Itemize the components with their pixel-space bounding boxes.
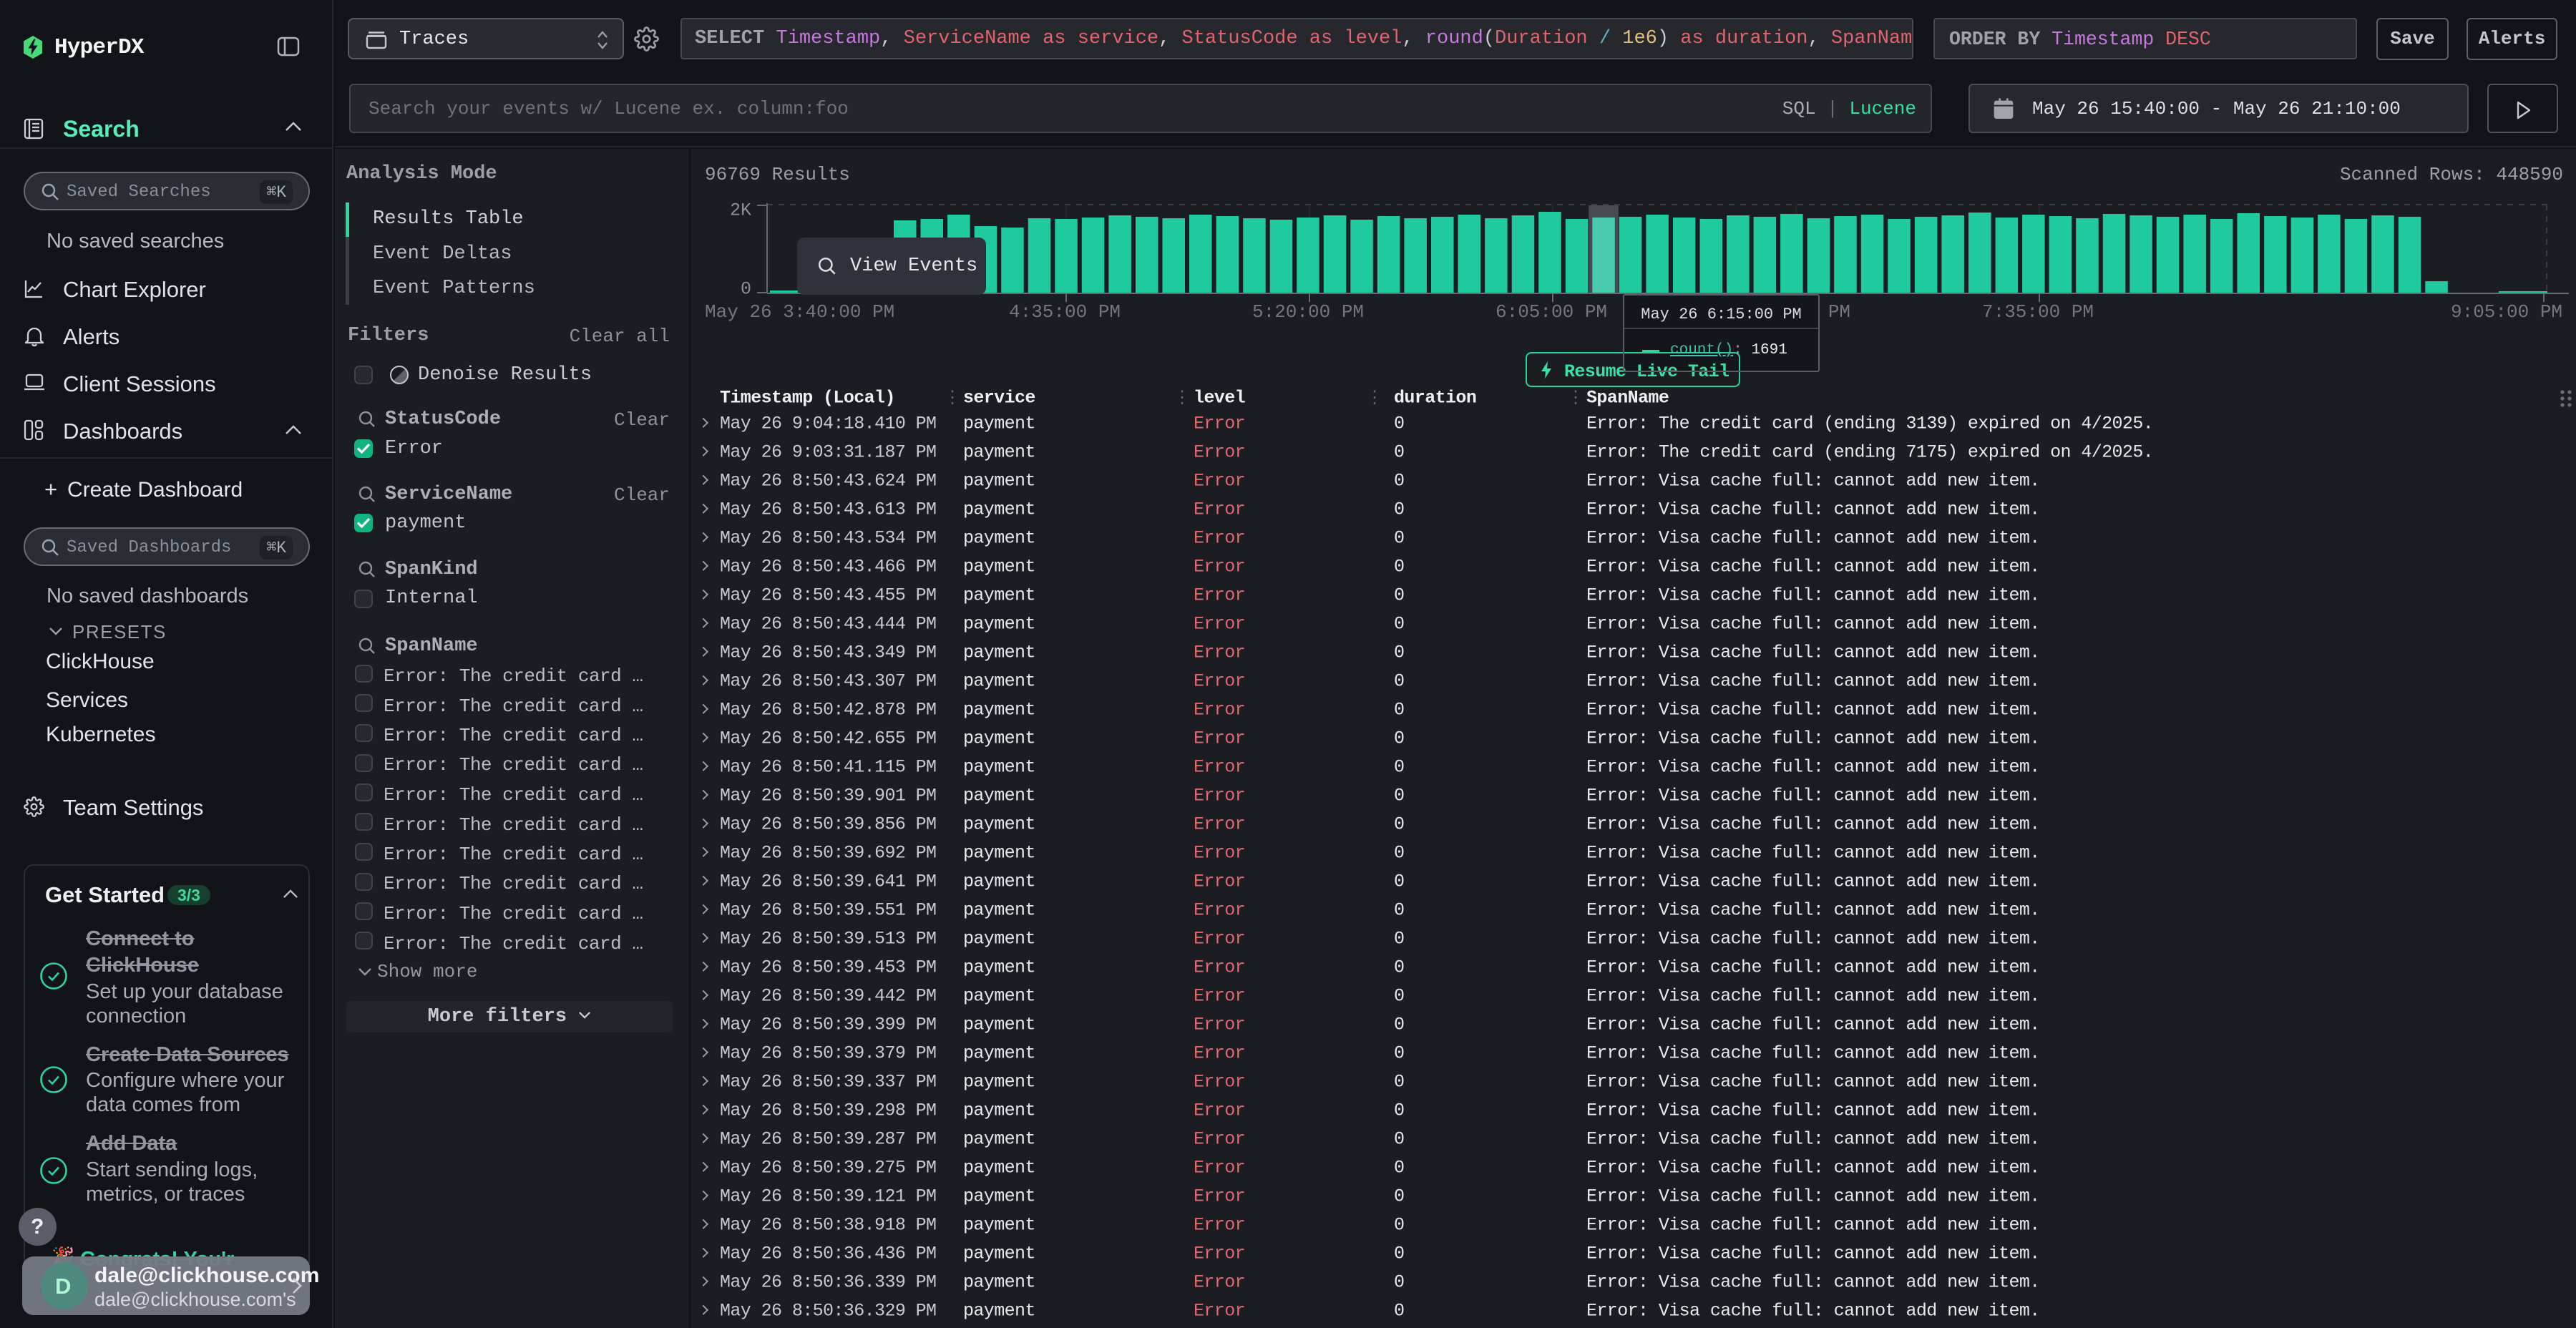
svg-text:2K: 2K — [730, 200, 751, 221]
svg-text:0: 0 — [741, 279, 751, 300]
